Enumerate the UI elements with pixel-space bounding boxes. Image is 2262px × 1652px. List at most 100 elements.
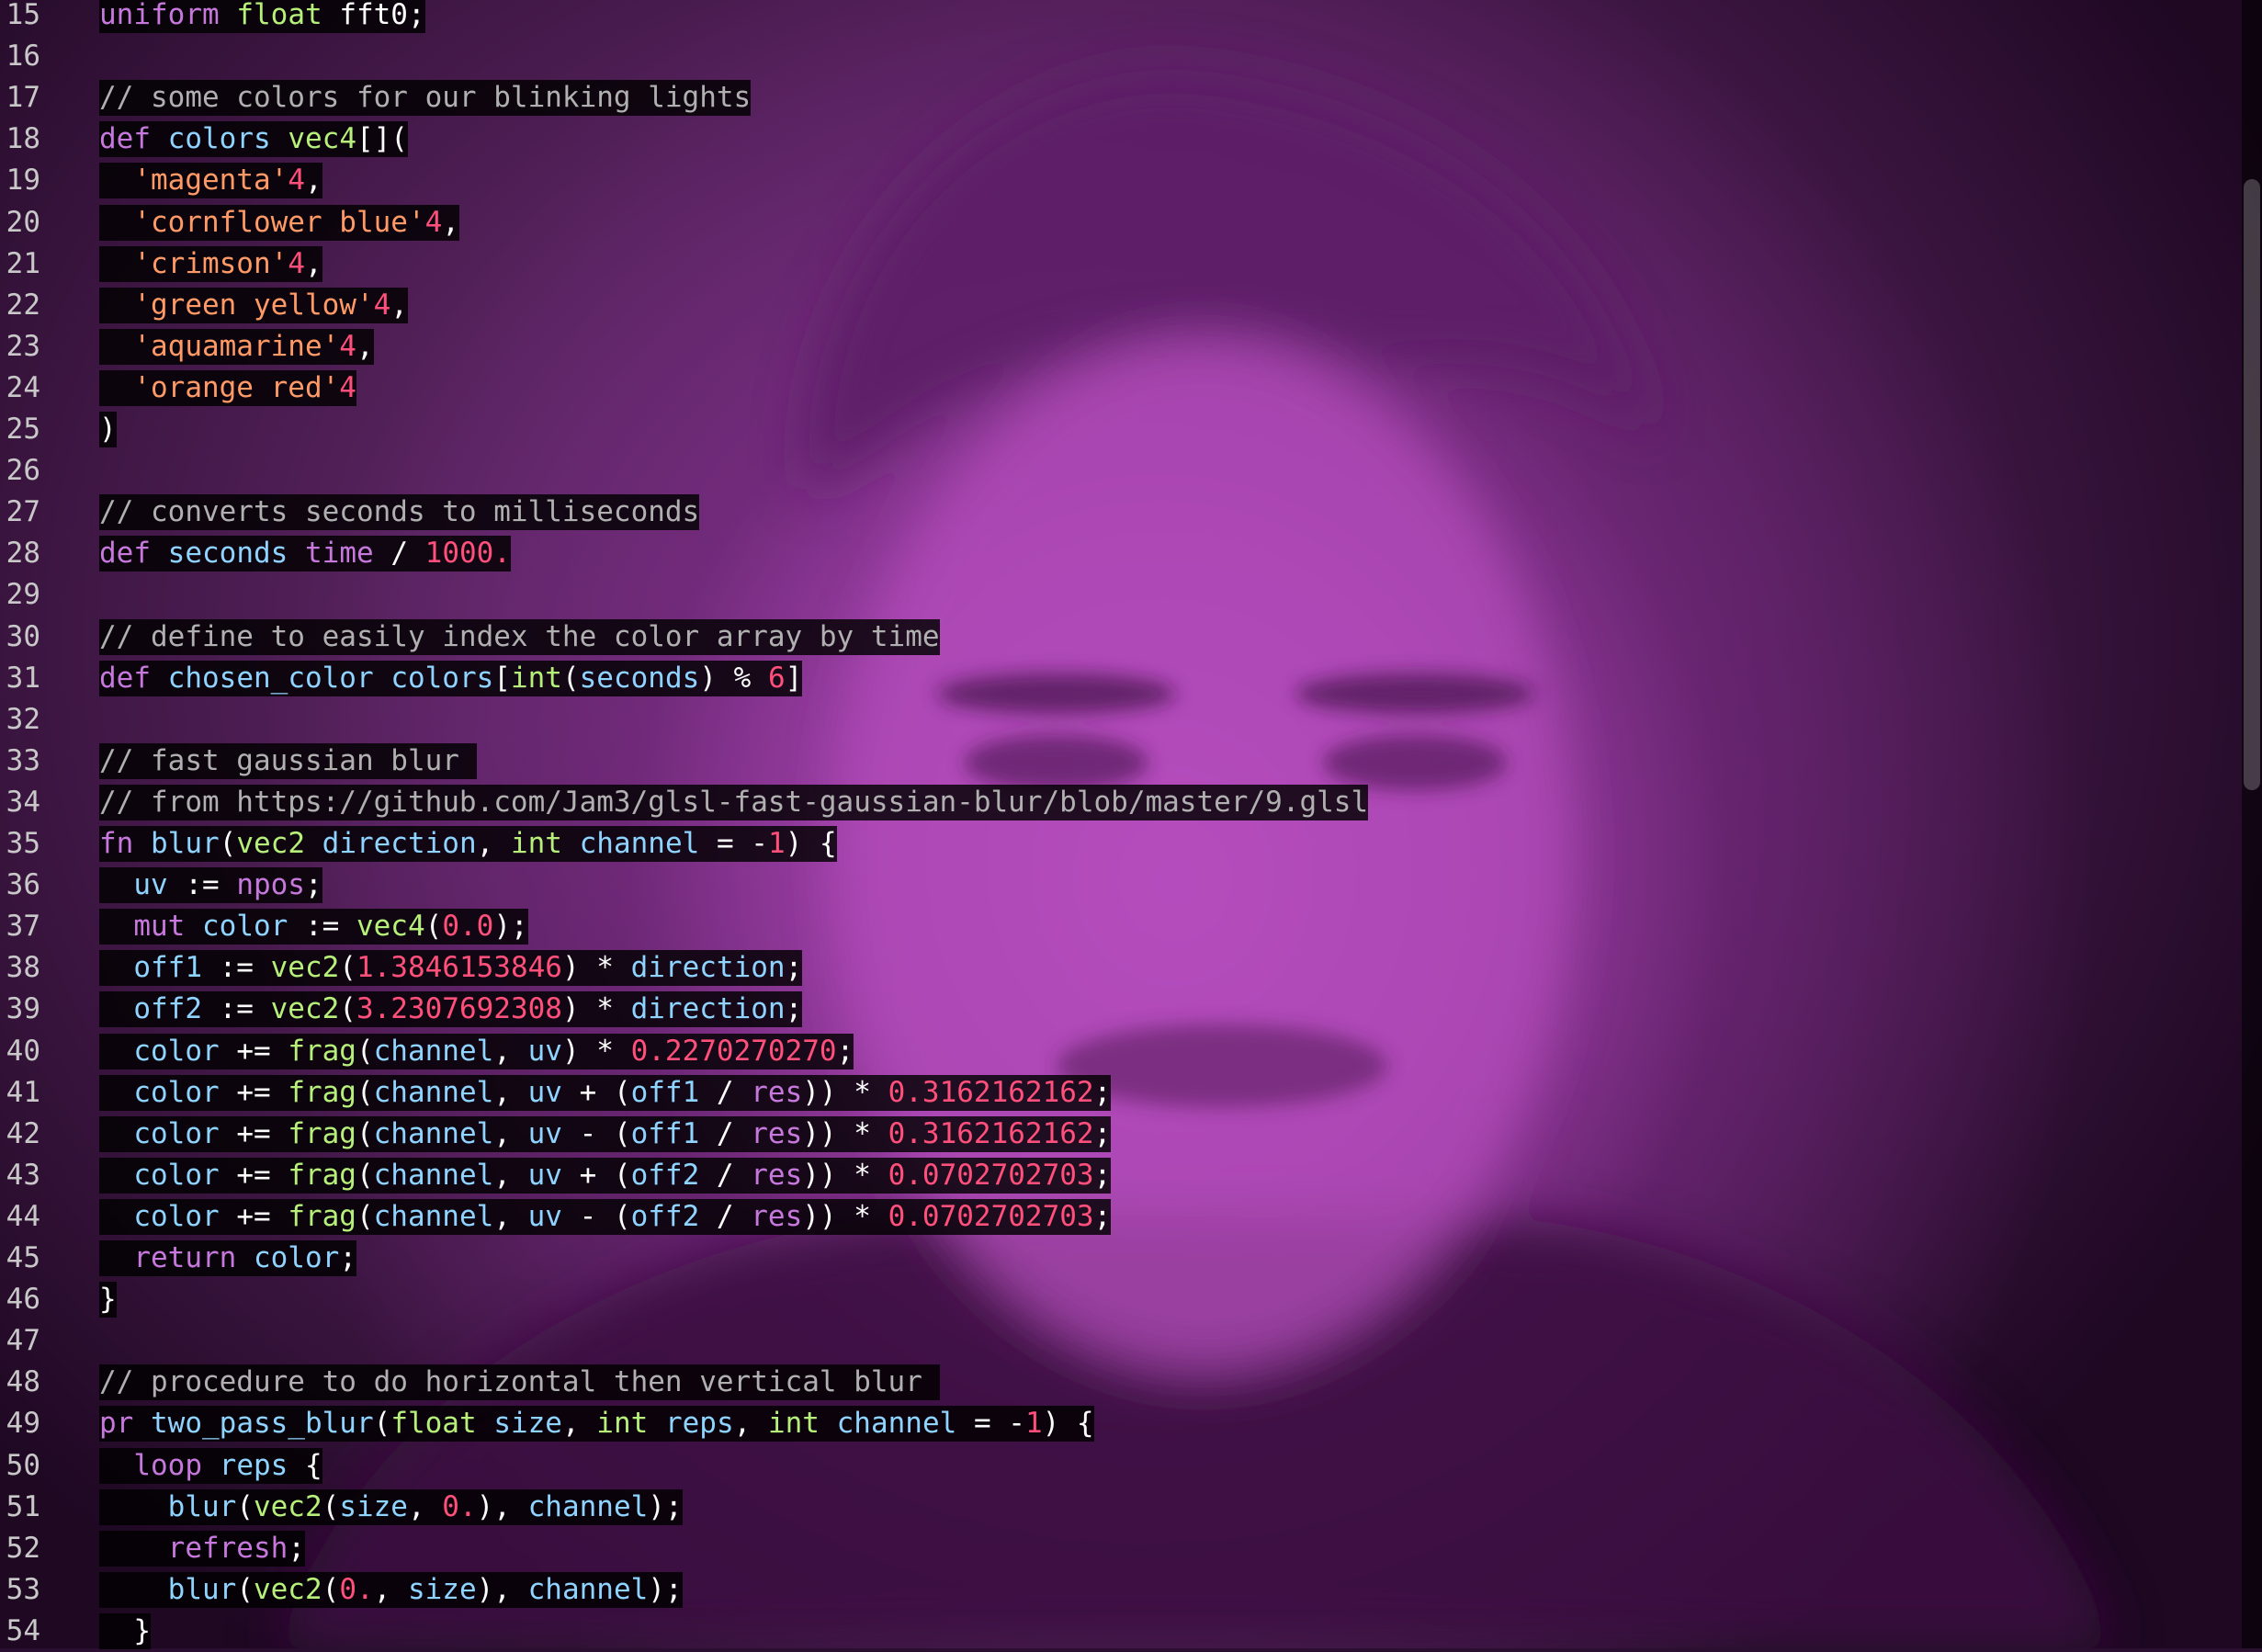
code-text: def chosen_color colors[int(seconds) % 6… (99, 661, 803, 696)
code-token: )) * (802, 1200, 888, 1233)
code-editor[interactable]: 15 uniform float fft0; 16 17// some colors … (0, 0, 2242, 1649)
code-line[interactable]: 21 'crimson'4, (0, 243, 2242, 285)
code-token: uv (527, 1200, 562, 1233)
code-line[interactable]: 22 'green yellow'4, (0, 285, 2242, 326)
code-token: } (99, 1283, 117, 1316)
code-token: ; (304, 868, 322, 901)
code-line[interactable]: 49 pr two_pass_blur(float size, int reps,… (0, 1403, 2242, 1444)
code-token: 4 (339, 330, 356, 363)
code-token: blur (167, 1490, 237, 1523)
code-line[interactable]: 33 // fast gaussian blur (0, 741, 2242, 782)
code-line[interactable]: 18 def colors vec4[]( (0, 119, 2242, 160)
code-token: reps (664, 1407, 734, 1440)
editor-scrollbar[interactable] (2242, 0, 2262, 1648)
code-line[interactable]: 43 color += frag(channel, uv + (off2 / r… (0, 1155, 2242, 1196)
code-text: refresh; (99, 1531, 305, 1567)
code-token: ) * (561, 992, 631, 1025)
code-line[interactable]: 15 uniform float fft0; (0, 0, 2242, 36)
code-token: off2 (630, 1159, 700, 1192)
code-token: } (99, 1614, 151, 1647)
code-token: ); (648, 1490, 683, 1523)
code-line[interactable]: 24 'orange red'4 (0, 368, 2242, 409)
code-token: time (305, 537, 374, 570)
code-line[interactable]: 16 (0, 36, 2242, 77)
code-text: color += frag(channel, uv + (off1 / res)… (99, 1075, 1112, 1111)
code-line[interactable]: 35 fn blur(vec2 direction, int channel = … (0, 823, 2242, 865)
code-line[interactable]: 26 (0, 450, 2242, 492)
code-line[interactable]: 30 // define to easily index the color ar… (0, 617, 2242, 658)
code-token: , (493, 1159, 528, 1192)
code-token: , (356, 330, 374, 363)
code-line[interactable]: 48 // procedure to do horizontal then ver… (0, 1362, 2242, 1403)
code-line[interactable]: 29 (0, 574, 2242, 616)
code-line[interactable]: 51 blur(vec2(size, 0.), channel); (0, 1487, 2242, 1528)
code-line[interactable]: 47 (0, 1320, 2242, 1362)
code-line[interactable]: 53 blur(vec2(0., size), channel); (0, 1569, 2242, 1611)
code-line[interactable]: 27 // converts seconds to milliseconds (0, 492, 2242, 533)
code-line[interactable]: 36 uv := npos; (0, 865, 2242, 906)
code-line[interactable]: 52 refresh; (0, 1528, 2242, 1569)
code-token: , (493, 1035, 528, 1068)
code-line[interactable]: 46} (0, 1279, 2242, 1320)
code-line[interactable]: 50 loop reps { (0, 1445, 2242, 1487)
code-token: 4 (288, 164, 305, 197)
line-number: 42 (6, 1117, 40, 1150)
code-token: colors (390, 662, 494, 695)
code-token: ( (373, 1407, 391, 1440)
code-line[interactable]: 23 'aquamarine'4, (0, 326, 2242, 368)
code-line[interactable]: 32 (0, 699, 2242, 741)
code-token: , (390, 289, 408, 322)
code-line[interactable]: 45 return color; (0, 1238, 2242, 1279)
code-line[interactable]: 54 } (0, 1611, 2242, 1652)
code-line[interactable]: 42 color += frag(channel, uv - (off1 / r… (0, 1114, 2242, 1155)
code-token: += (219, 1200, 288, 1233)
code-line[interactable]: 31 def chosen_color colors[int(seconds) %… (0, 658, 2242, 699)
line-number: 36 (6, 868, 40, 901)
code-line[interactable]: 37 mut color := vec4(0.0); (0, 906, 2242, 947)
scrollbar-thumb[interactable] (2244, 179, 2260, 790)
code-token: frag (288, 1076, 356, 1109)
code-line[interactable]: 20 'cornflower blue'4, (0, 202, 2242, 243)
line-number: 38 (6, 951, 40, 984)
code-token: ( (356, 1035, 374, 1068)
code-line[interactable]: 44 color += frag(channel, uv - (off2 / r… (0, 1196, 2242, 1238)
code-line[interactable]: 28 def seconds time / 1000. (0, 533, 2242, 574)
code-token: , (493, 1200, 528, 1233)
code-token: return (133, 1241, 237, 1274)
code-line[interactable]: 34 // from https://github.com/Jam3/glsl-f… (0, 782, 2242, 823)
code-token: channel (527, 1490, 649, 1523)
code-line[interactable]: 19 'magenta'4, (0, 160, 2242, 201)
code-token: ( (356, 1076, 374, 1109)
code-token: colors (167, 122, 271, 155)
code-token: 'crimson' (133, 247, 288, 280)
code-token: direction (630, 992, 786, 1025)
code-token: // from https://github.com/Jam3/glsl-fas… (99, 786, 1369, 819)
code-line[interactable]: 17 // some colors for our blinking lights (0, 77, 2242, 119)
line-number: 34 (6, 786, 40, 819)
code-token: []( (356, 122, 408, 155)
code-token: mut (133, 910, 186, 943)
code-line[interactable]: 41 color += frag(channel, uv + (off1 / r… (0, 1072, 2242, 1114)
code-token: def (99, 537, 151, 570)
code-token: ( (356, 1200, 374, 1233)
line-number: 50 (6, 1449, 40, 1482)
code-line[interactable]: 25) (0, 409, 2242, 450)
code-line[interactable]: 38 off1 := vec2(1.3846153846) * directio… (0, 947, 2242, 989)
code-token: vec2 (270, 951, 340, 984)
code-token: ( (236, 1490, 254, 1523)
code-line[interactable]: 40 color += frag(channel, uv) * 0.227027… (0, 1031, 2242, 1072)
code-text: off2 := vec2(3.2307692308) * direction; (99, 991, 803, 1027)
line-number: 44 (6, 1200, 40, 1233)
code-token: two_pass_blur (151, 1407, 374, 1440)
code-line[interactable]: 39 off2 := vec2(3.2307692308) * directio… (0, 989, 2242, 1030)
code-token: )) * (802, 1117, 888, 1150)
code-token: color (133, 1200, 220, 1233)
code-text: } (99, 1613, 151, 1649)
code-text: color += frag(channel, uv - (off2 / res)… (99, 1199, 1112, 1235)
code-token: blur (151, 827, 220, 860)
